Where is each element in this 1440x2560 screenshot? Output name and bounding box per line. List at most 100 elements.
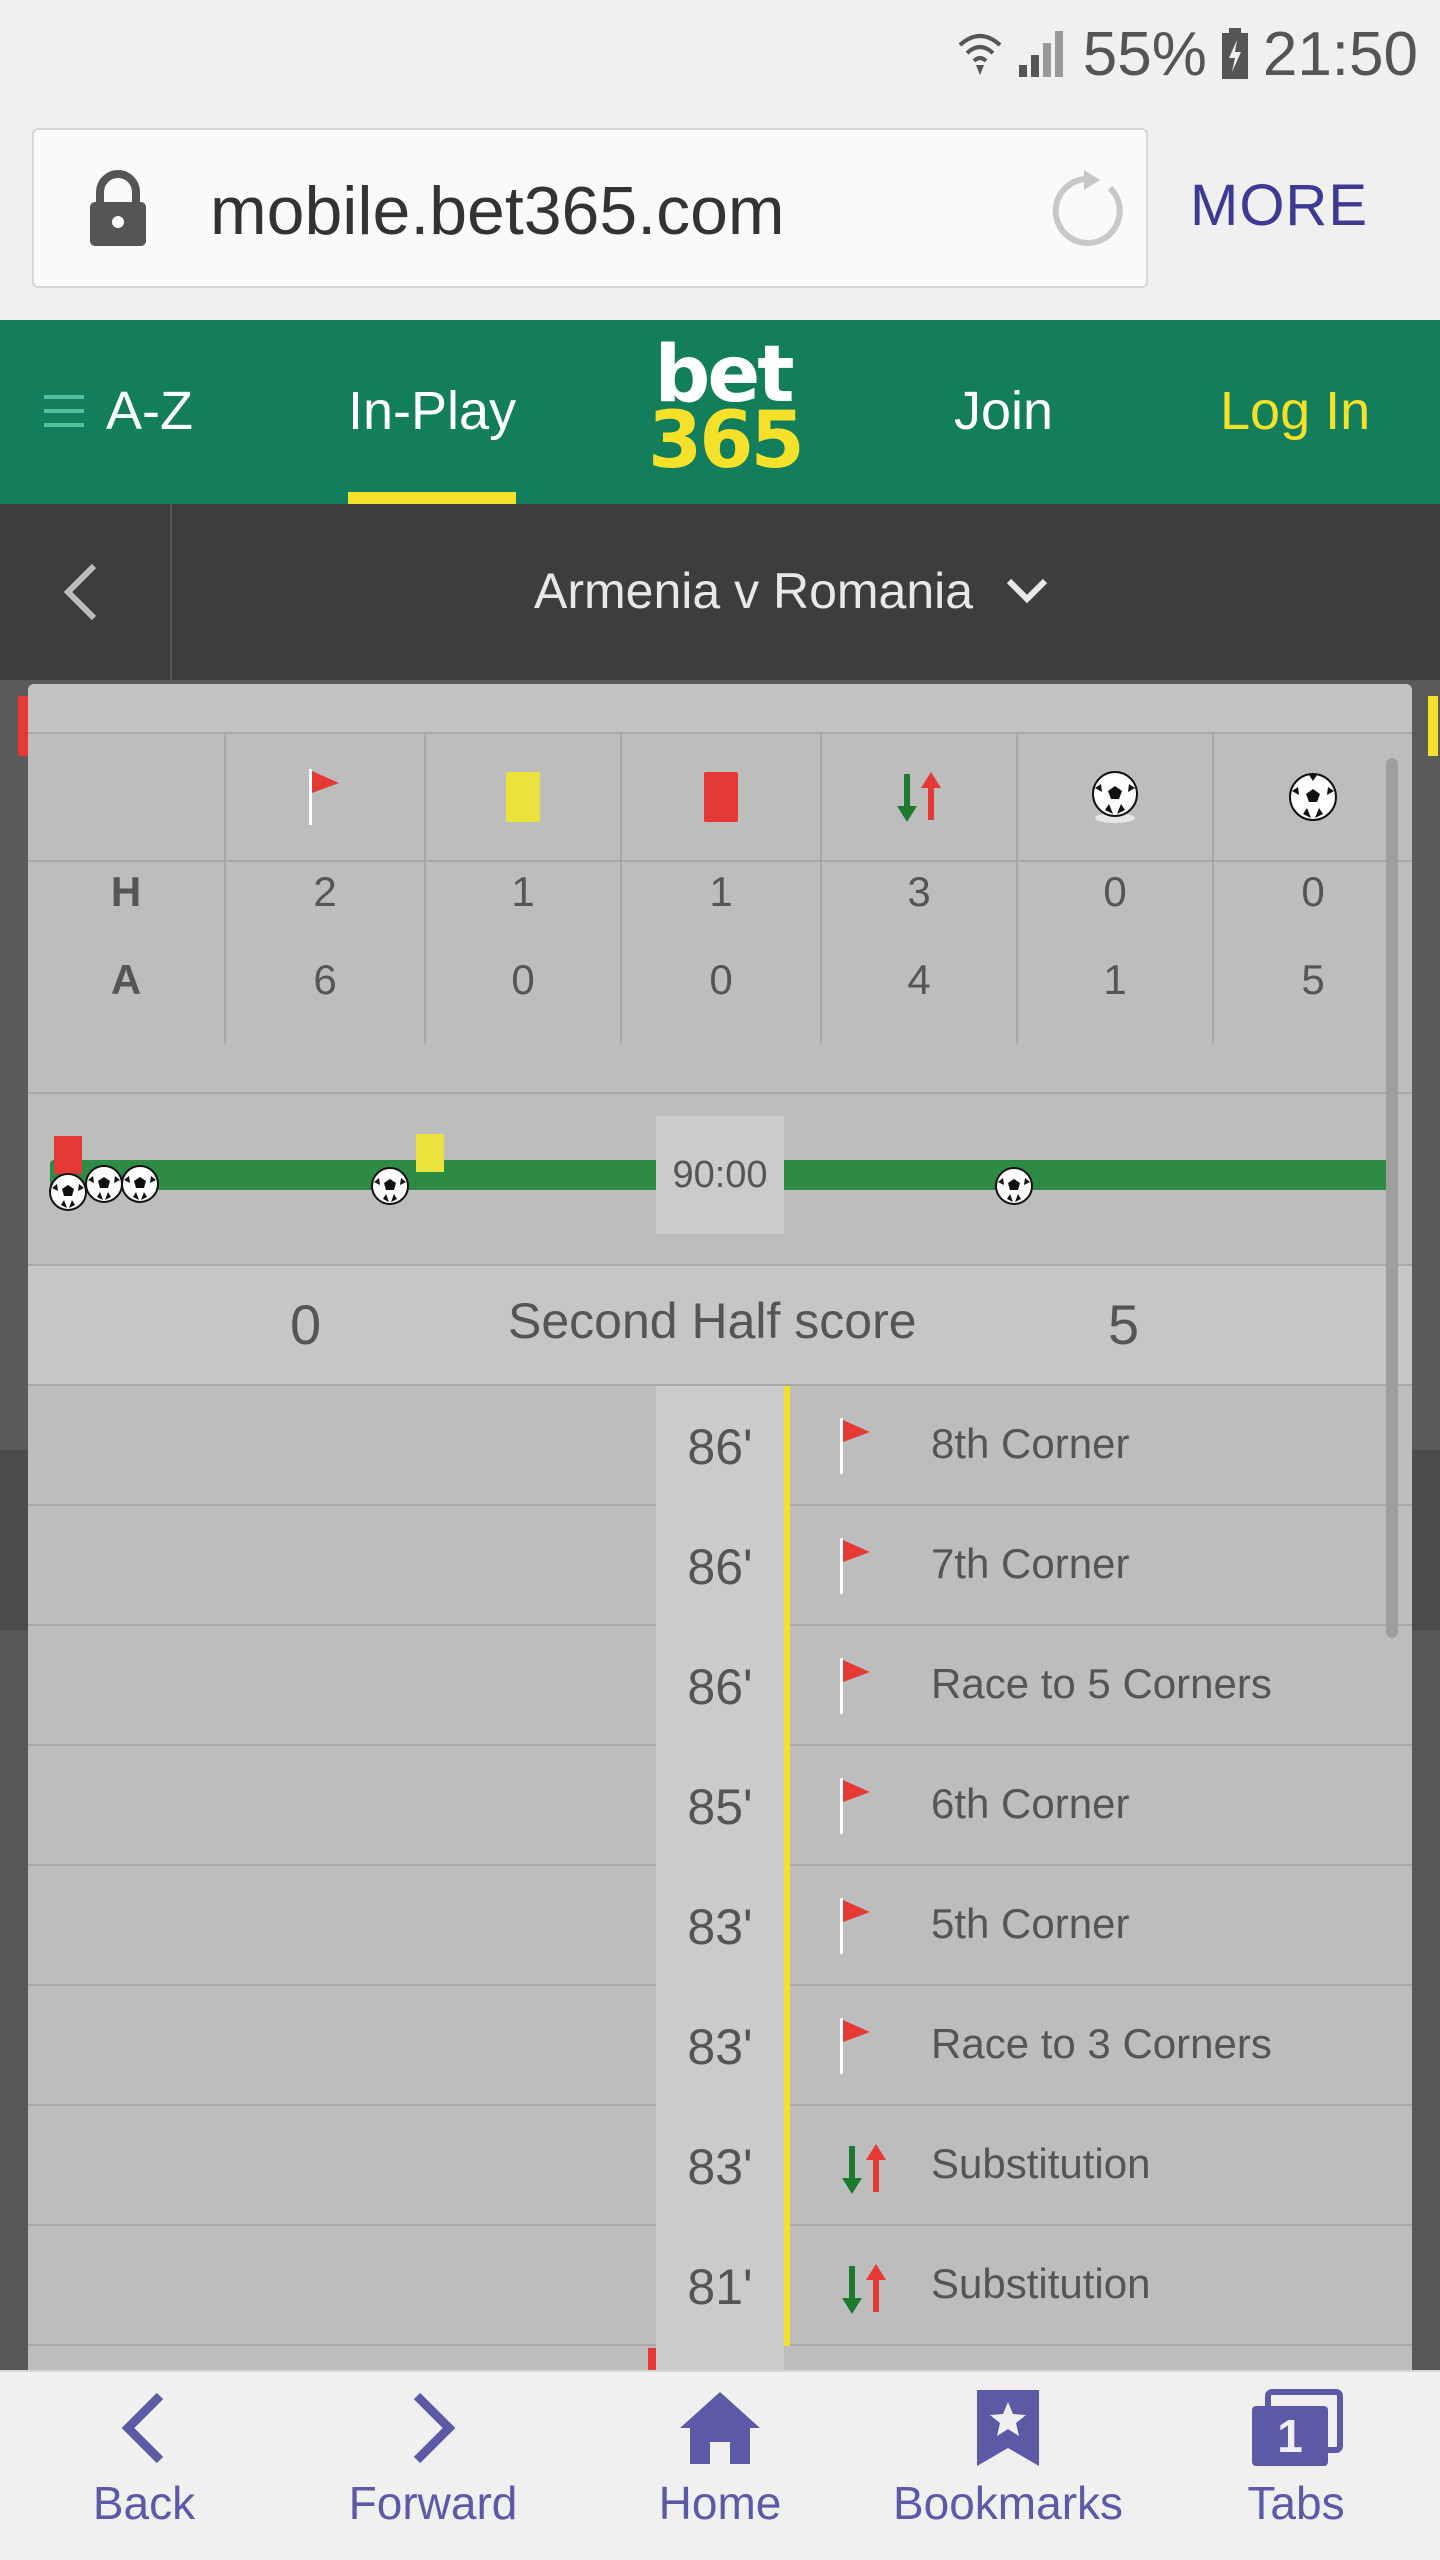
join-button[interactable]: Join [954, 380, 1053, 442]
battery-percent: 55% [1082, 19, 1207, 89]
event-row: 86' 8th Corner [28, 1386, 1412, 1506]
half-score-home: 0 [290, 1293, 322, 1356]
goal-ball-icon [995, 1167, 1033, 1205]
stats-table: H A 2 6 1 0 1 0 3 4 0 1 0 5 [28, 734, 1412, 1094]
stat-column-red-cards: 1 0 [622, 734, 822, 1044]
away-substitutions: 4 [907, 956, 931, 1003]
goal-ball-icon [85, 1165, 123, 1203]
half-score-label: Second Half score [508, 1293, 917, 1349]
event-row: 81' Substitution [28, 2226, 1412, 2346]
home-button[interactable]: Home [628, 2372, 812, 2560]
stats-label-column: H A [28, 734, 226, 1044]
tabs-label: Tabs [1247, 2477, 1345, 2529]
corner-flag-icon [840, 1418, 870, 1474]
home-goals-first: 0 [1103, 868, 1127, 915]
event-minute: 83' [687, 2019, 753, 2075]
event-minute: 86' [687, 1419, 753, 1475]
home-label: Home [658, 2477, 782, 2529]
edge-marker-yellow [1428, 696, 1438, 756]
login-button[interactable]: Log In [1220, 380, 1370, 442]
match-selector-bar: Armenia v Romania [0, 504, 1440, 680]
hamburger-icon [44, 395, 84, 427]
match-back-button[interactable] [0, 504, 172, 680]
event-minute: 86' [687, 1539, 753, 1595]
bookmarks-label: Bookmarks [892, 2477, 1124, 2529]
half-score-row: 0 Second Half score 5 [28, 1264, 1412, 1386]
corner-flag-icon [840, 1658, 870, 1714]
corner-flag-icon [840, 1778, 870, 1834]
edge-marker-red [18, 696, 28, 756]
battery-icon [1221, 28, 1248, 79]
home-corners: 2 [313, 868, 337, 915]
stat-column-substitutions: 3 4 [822, 734, 1018, 1044]
event-row: 85' 6th Corner [28, 1746, 1412, 1866]
active-tab-indicator [348, 492, 516, 504]
home-goals-second: 0 [1301, 868, 1325, 915]
red-card-icon [704, 772, 738, 822]
back-label: Back [92, 2477, 196, 2529]
chevron-left-icon [63, 563, 97, 621]
away-goals-first: 1 [1103, 956, 1127, 1003]
goal-ball-icon [49, 1173, 87, 1211]
forward-button[interactable]: Forward [326, 2372, 540, 2560]
nav-az-button[interactable]: A-Z [44, 380, 193, 442]
tabs-button[interactable]: 1 Tabs [1216, 2372, 1376, 2560]
substitution-icon [897, 772, 941, 822]
tabs-icon: 1 [1252, 2389, 1343, 2466]
event-minute: 83' [687, 1899, 753, 1955]
red-card-marker [54, 1136, 82, 1174]
goal-ball-icon [1092, 771, 1138, 823]
event-row: 83' Race to 3 Corners [28, 1986, 1412, 2106]
away-goals-second: 5 [1301, 956, 1325, 1003]
home-icon [680, 2392, 760, 2464]
yellow-card-icon [506, 772, 540, 822]
event-row: 86' 7th Corner [28, 1506, 1412, 1626]
bookmark-icon [977, 2390, 1039, 2466]
event-row-partial [28, 2346, 1412, 2370]
back-button[interactable]: Back [64, 2372, 224, 2560]
substitution-icon [842, 2144, 886, 2194]
site-header: A-Z In-Play bet 365 Join Log In [0, 320, 1440, 504]
event-text: 7th Corner [931, 1540, 1130, 1587]
corner-flag-icon [840, 1538, 870, 1594]
match-stats-panel: H A 2 6 1 0 1 0 3 4 0 1 0 5 90:00 0 Seco… [28, 684, 1412, 2370]
corner-flag-icon [309, 769, 339, 825]
match-title: Armenia v Romania [534, 563, 974, 619]
reload-icon[interactable] [1044, 168, 1130, 254]
home-substitutions: 3 [907, 868, 931, 915]
browser-bottom-nav: Back Forward Home Bookmarks 1 Tabs [0, 2370, 1440, 2560]
event-text: 6th Corner [931, 1780, 1130, 1827]
bet365-logo[interactable]: bet 365 [648, 336, 805, 486]
bookmarks-button[interactable]: Bookmarks [880, 2372, 1136, 2560]
stat-column-corners: 2 6 [226, 734, 426, 1044]
event-text: 5th Corner [931, 1900, 1130, 1947]
substitution-icon [842, 2264, 886, 2314]
match-dropdown[interactable]: Armenia v Romania [534, 562, 1049, 620]
stat-column-yellow-cards: 1 0 [426, 734, 622, 1044]
signal-icon [1018, 31, 1063, 77]
nav-inplay-tab[interactable]: In-Play [348, 380, 516, 442]
event-minute: 81' [687, 2259, 753, 2315]
away-corners: 6 [313, 956, 337, 1003]
forward-arrow-icon [413, 2392, 456, 2464]
event-list: 86' 8th Corner 86' 7th Corner 86' Race t… [28, 1386, 1412, 2370]
forward-label: Forward [348, 2477, 518, 2529]
event-row: 83' 5th Corner [28, 1866, 1412, 1986]
goal-ball-icon [371, 1167, 409, 1205]
event-minute: 85' [687, 1779, 753, 1835]
away-red-cards: 0 [709, 956, 733, 1003]
stat-column-goals-second-half: 0 5 [1214, 734, 1412, 1044]
url-bar[interactable]: mobile.bet365.com [32, 128, 1148, 288]
away-yellow-cards: 0 [511, 956, 535, 1003]
event-text: 8th Corner [931, 1420, 1130, 1467]
clock: 21:50 [1262, 19, 1418, 89]
yellow-card-marker [416, 1134, 444, 1172]
stat-column-goals-first-half: 0 1 [1018, 734, 1214, 1044]
logo-bottom-text: 365 [648, 396, 805, 486]
more-button[interactable]: MORE [1190, 172, 1368, 239]
event-text: Race to 3 Corners [931, 2020, 1272, 2067]
scrollbar[interactable] [1386, 758, 1398, 1638]
event-row: 86' Race to 5 Corners [28, 1626, 1412, 1746]
event-text: Substitution [931, 2140, 1151, 2187]
corner-flag-icon [840, 1898, 870, 1954]
